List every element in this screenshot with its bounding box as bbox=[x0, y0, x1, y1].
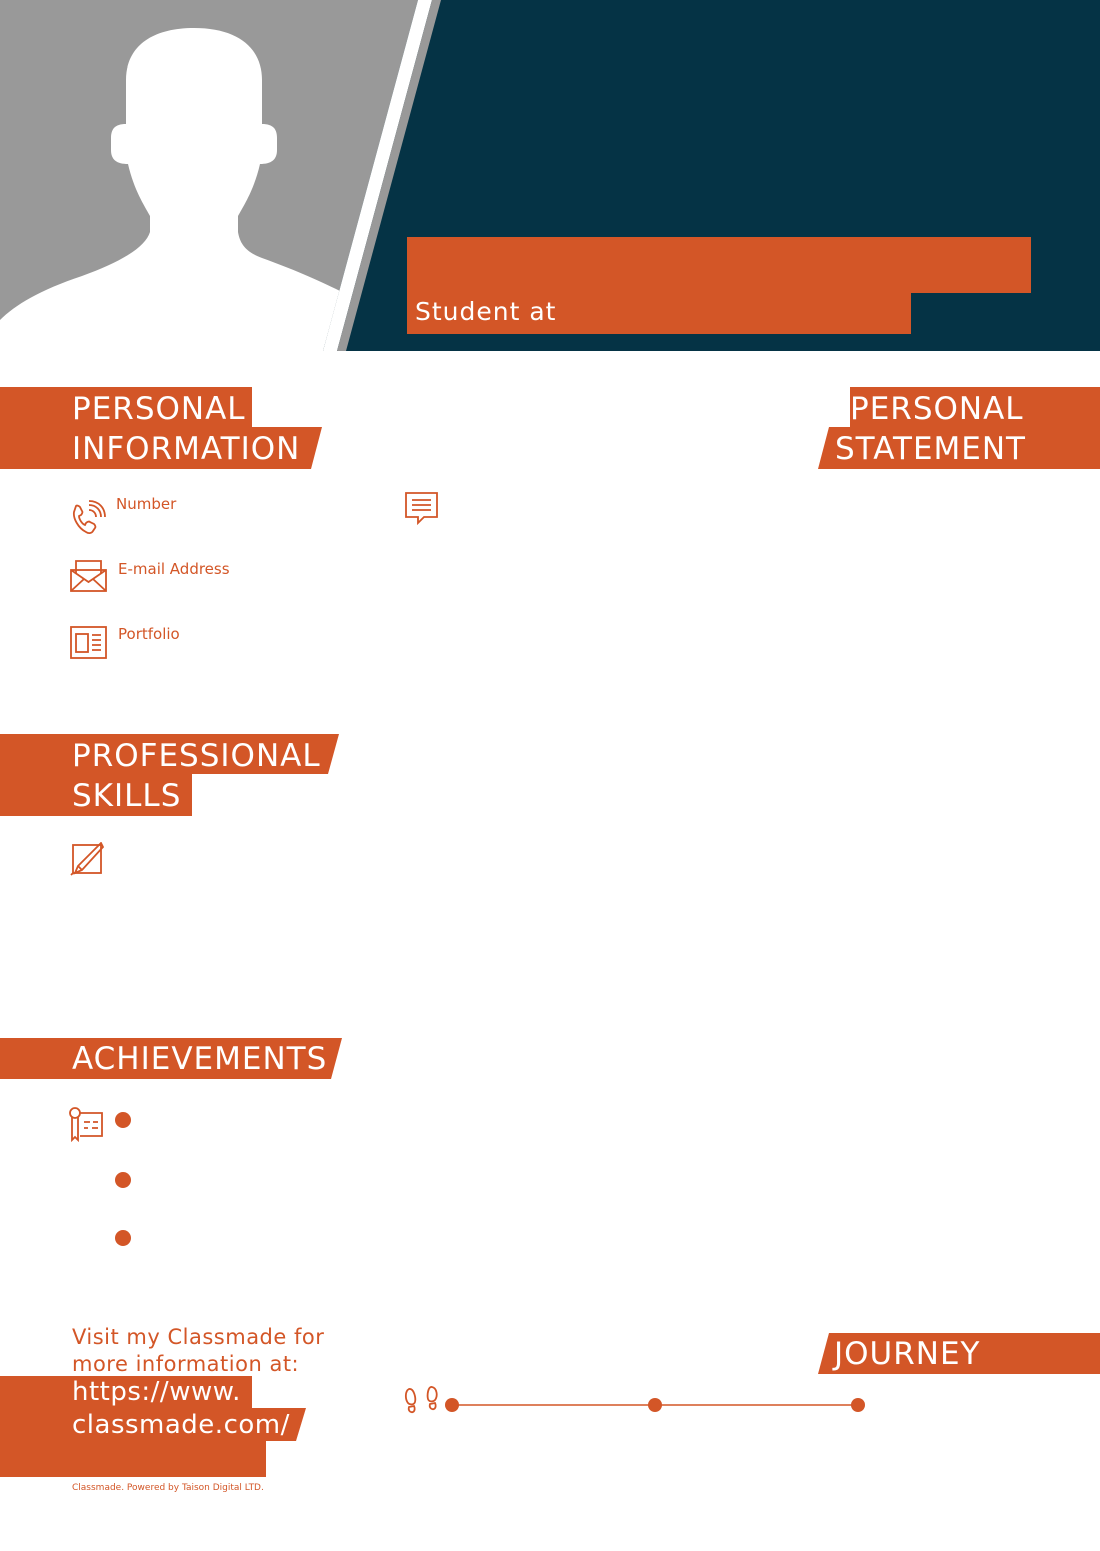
name-bar bbox=[407, 237, 1031, 293]
promo-line: Visit my Classmade for bbox=[72, 1325, 325, 1349]
heading-line: PERSONAL bbox=[72, 391, 246, 427]
subtitle-text: Student at bbox=[415, 297, 557, 326]
certificate-icon bbox=[68, 1106, 104, 1142]
achievement-bullet bbox=[115, 1172, 131, 1188]
subtitle-bar: Student at bbox=[407, 293, 911, 334]
journey-point bbox=[851, 1398, 865, 1412]
heading-line: SKILLS bbox=[72, 778, 182, 814]
envelope-icon bbox=[70, 560, 108, 592]
comment-icon bbox=[405, 492, 439, 526]
heading-line: INFORMATION bbox=[72, 431, 301, 467]
heading-line: PROFESSIONAL bbox=[72, 738, 321, 774]
url-box[interactable]: https://www. classmade.com/ bbox=[0, 1376, 310, 1477]
phone-icon bbox=[68, 498, 108, 538]
portfolio-icon bbox=[70, 626, 108, 660]
achievements-heading: ACHIEVEMENTS bbox=[0, 1038, 345, 1080]
footprints-icon bbox=[404, 1386, 440, 1416]
journey-timeline bbox=[444, 1395, 869, 1415]
professional-skills-heading: PROFESSIONAL SKILLS bbox=[0, 734, 345, 816]
heading-line: ACHIEVEMENTS bbox=[72, 1041, 328, 1077]
promo-line: more information at: bbox=[72, 1352, 300, 1376]
journey-heading: JOURNEY bbox=[815, 1333, 1100, 1375]
journey-point bbox=[648, 1398, 662, 1412]
footer-credit: Classmade. Powered by Taison Digital LTD… bbox=[72, 1483, 264, 1493]
contact-label-email: E-mail Address bbox=[118, 560, 230, 578]
journey-point bbox=[445, 1398, 459, 1412]
heading-line: PERSONAL bbox=[850, 391, 1024, 427]
person-silhouette-icon bbox=[0, 28, 340, 351]
personal-statement-heading: PERSONAL STATEMENT bbox=[815, 387, 1100, 469]
heading-line: STATEMENT bbox=[835, 431, 1026, 467]
pencil-icon bbox=[70, 842, 104, 876]
url-line: https://www. bbox=[72, 1377, 241, 1407]
achievement-bullet bbox=[115, 1112, 131, 1128]
avatar bbox=[0, 0, 345, 351]
heading-line: JOURNEY bbox=[834, 1336, 981, 1372]
contact-label-number: Number bbox=[116, 495, 177, 513]
contact-label-portfolio: Portfolio bbox=[118, 625, 180, 643]
url-line: classmade.com/ bbox=[72, 1410, 290, 1440]
achievement-bullet bbox=[115, 1230, 131, 1246]
personal-information-heading: PERSONAL INFORMATION bbox=[0, 387, 330, 469]
